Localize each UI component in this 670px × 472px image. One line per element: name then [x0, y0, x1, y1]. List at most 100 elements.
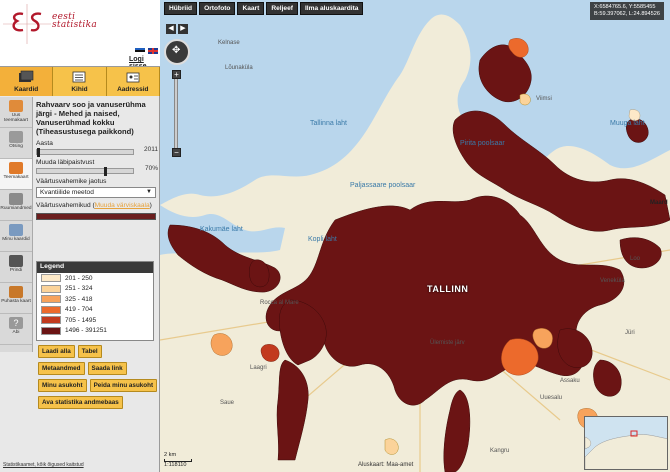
- my-location-button[interactable]: Minu asukoht: [38, 379, 87, 392]
- place-label: Kelnase: [218, 40, 240, 46]
- classification-select[interactable]: Kvantiilide meetod ▼: [36, 187, 156, 198]
- place-label: Assaku: [560, 378, 580, 384]
- scale-bar: 2 km 1:118110: [164, 452, 192, 468]
- language-switcher: [134, 48, 158, 56]
- legend-swatch: [41, 295, 61, 304]
- place-label: Uuesalu: [540, 395, 563, 401]
- new-map-icon: [9, 100, 23, 112]
- pan-control[interactable]: ✥: [164, 39, 190, 65]
- legend-item: 251 - 324: [37, 284, 153, 295]
- clear-map-icon: [9, 286, 23, 298]
- zoom-in-button[interactable]: +: [172, 70, 181, 79]
- place-label: Rocca al Mare: [260, 300, 299, 306]
- place-label: Kangru: [490, 448, 510, 454]
- sidenav-new-map-label: Uus teemakaart: [4, 113, 28, 123]
- legend-swatch: [41, 326, 61, 335]
- spatial-data-icon: [9, 193, 23, 205]
- legend-label: 705 - 1495: [65, 316, 97, 324]
- transparency-slider-row: 70%: [36, 165, 158, 176]
- zoom-out-button[interactable]: −: [172, 148, 181, 157]
- place-label: Veneküla: [600, 278, 625, 284]
- ranges-label-text: Väärtusvahemikud (: [36, 202, 95, 209]
- water-label: Muuga laht: [610, 120, 645, 127]
- sidenav-clear-map[interactable]: Puhasta kaart: [0, 283, 32, 314]
- change-color-scale-link[interactable]: Muuda värviskaala: [95, 202, 150, 209]
- color-ramp[interactable]: [36, 213, 156, 220]
- scale-ratio: 1:118110: [164, 462, 187, 468]
- coords-line1: X:6584765.6, Y:5585455: [594, 4, 656, 10]
- year-slider-row: 2011: [36, 146, 158, 157]
- coords-line2: B:59.397062, L:24.894526: [594, 11, 660, 17]
- overview-map-canvas: [585, 430, 667, 469]
- back-arrow-icon[interactable]: ◀: [166, 24, 176, 34]
- hide-location-button[interactable]: Peida minu asukoht: [89, 379, 158, 392]
- estonian-flag-icon[interactable]: [135, 48, 145, 54]
- base-layer-map-button[interactable]: Kaart: [237, 2, 265, 15]
- header: eesti statistika Logi sisse: [0, 0, 160, 70]
- layer-settings: Rahvaarv soo ja vanuserühma järgi - Mehe…: [36, 100, 158, 220]
- legend-label: 419 - 704: [65, 306, 93, 314]
- tab-maps[interactable]: Kaardid: [0, 67, 54, 96]
- tab-layers[interactable]: Kihid: [53, 67, 107, 96]
- water-label: Kakumäe laht: [200, 226, 243, 233]
- classification-label: Väärtusvahemike jaotus: [36, 178, 107, 185]
- place-label: Loo: [630, 256, 641, 262]
- map-view[interactable]: Tallinna laht Muuga laht Kakumäe laht Ko…: [160, 0, 670, 472]
- place-label: Maard: [650, 200, 668, 206]
- tab-addresses-label: Aadressid: [117, 86, 149, 93]
- statistics-estonia-logo[interactable]: [3, 4, 51, 44]
- layers-icon: [73, 71, 86, 83]
- legend: Legend 201 - 250 251 - 324 325 - 418 419…: [36, 261, 154, 341]
- main-tabs: Kaardid Kihid Aadressid: [0, 66, 160, 96]
- place-label: Lõunaküla: [225, 65, 253, 71]
- legend-swatch: [41, 274, 61, 283]
- sidenav-print-label: Prindi: [9, 268, 23, 273]
- base-layer-none-button[interactable]: Ilma aluskaardita: [299, 2, 364, 15]
- place-label: Viimsi: [536, 96, 552, 102]
- download-button[interactable]: Laadi alla: [38, 345, 75, 358]
- legend-item: 325 - 418: [37, 294, 153, 305]
- year-slider-handle[interactable]: [37, 148, 40, 157]
- legend-swatch: [41, 284, 61, 293]
- sidenav-search[interactable]: Otsing: [0, 128, 32, 159]
- place-label: Laagri: [250, 365, 267, 371]
- legend-label: 325 - 418: [65, 295, 93, 303]
- send-link-button[interactable]: Saada link: [87, 362, 127, 375]
- overview-map[interactable]: [584, 416, 668, 470]
- sidenav-thematic-map[interactable]: Teemakaart: [0, 159, 32, 190]
- sidenav-new-map[interactable]: Uus teemakaart: [0, 97, 32, 128]
- sidenav-help[interactable]: ? Abi: [0, 314, 32, 345]
- base-layer-hybrid-button[interactable]: Hübriid: [164, 2, 198, 15]
- action-buttons: Laadi alla Tabel Metaandmed Saada link M…: [38, 345, 158, 413]
- print-icon: [9, 255, 23, 267]
- legend-item: 1496 - 391251: [37, 326, 153, 337]
- maps-icon: [19, 70, 34, 82]
- transparency-value: 70%: [144, 165, 158, 172]
- coordinate-readout: X:6584765.6, Y:5585455 B:59.397062, L:24…: [590, 2, 664, 20]
- sidenav-print[interactable]: Prindi: [0, 252, 32, 283]
- tab-addresses[interactable]: Aadressid: [106, 67, 160, 96]
- base-layer-relief-button[interactable]: Reljeef: [266, 2, 298, 15]
- legend-item: 705 - 1495: [37, 315, 153, 326]
- table-button[interactable]: Tabel: [77, 345, 102, 358]
- side-navigation: Uus teemakaart Otsing Teemakaart Ruumian…: [0, 97, 33, 352]
- transparency-slider-handle[interactable]: [104, 167, 108, 176]
- classification-value: Kvantiilide meetod: [40, 189, 94, 196]
- transparency-slider[interactable]: [36, 167, 134, 176]
- sidenav-spatial-data-label: Ruumiandmed: [0, 206, 32, 211]
- legend-label: 1496 - 391251: [65, 327, 107, 335]
- open-statistics-button[interactable]: Ava statistika andmebaas: [38, 396, 123, 409]
- copyright-link[interactable]: Statistikaamet, kõik õigused kaitstud: [3, 462, 84, 468]
- sidenav-spatial-data[interactable]: Ruumiandmed: [0, 190, 32, 221]
- sidenav-my-maps[interactable]: Minu kaardid: [0, 221, 32, 252]
- zoom-slider[interactable]: [174, 70, 178, 156]
- ranges-label-end: ): [149, 202, 152, 209]
- addresses-icon: [126, 72, 140, 83]
- tab-layers-label: Kihid: [71, 86, 88, 93]
- metadata-button[interactable]: Metaandmed: [38, 362, 85, 375]
- forward-arrow-icon[interactable]: ▶: [178, 24, 188, 34]
- search-icon: [9, 131, 23, 143]
- base-layer-orthophoto-button[interactable]: Ortofoto: [199, 2, 236, 15]
- english-flag-icon[interactable]: [147, 48, 158, 54]
- year-slider[interactable]: [36, 148, 134, 157]
